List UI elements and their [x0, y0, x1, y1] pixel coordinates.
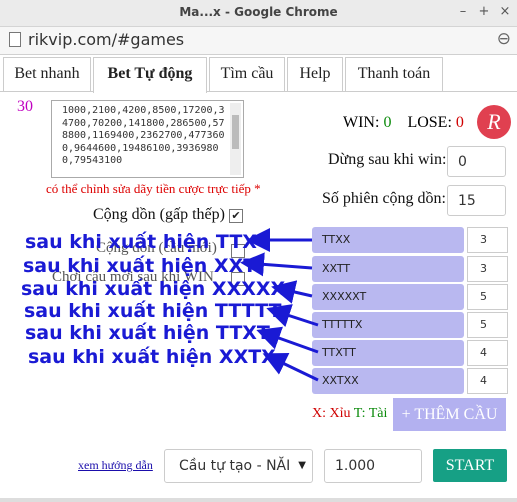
legend-tai: T: Tài: [353, 406, 388, 421]
arrow-line: [266, 304, 319, 327]
arrow-line: [256, 326, 319, 354]
pattern-mode-select[interactable]: Cầu tự tạo - NĂI ▼: [164, 449, 313, 483]
chevron-down-icon: ▼: [298, 460, 306, 471]
legend-xiu: X: Xỉu: [312, 406, 351, 421]
guide-link[interactable]: xem hướng dẫn: [78, 458, 153, 473]
bet-amount-input[interactable]: [324, 449, 422, 483]
arrow-line: [262, 352, 319, 382]
pattern-mode-value: Cầu tự tạo - NĂI: [179, 458, 291, 474]
add-pattern-button[interactable]: + THÊM CẦU: [393, 398, 506, 431]
bottom-divider: [0, 498, 517, 502]
arrow-line: [240, 252, 313, 277]
start-button[interactable]: START: [433, 449, 507, 482]
arrow-line: [271, 280, 313, 304]
legend: X: Xỉu T: Tài: [312, 406, 387, 422]
